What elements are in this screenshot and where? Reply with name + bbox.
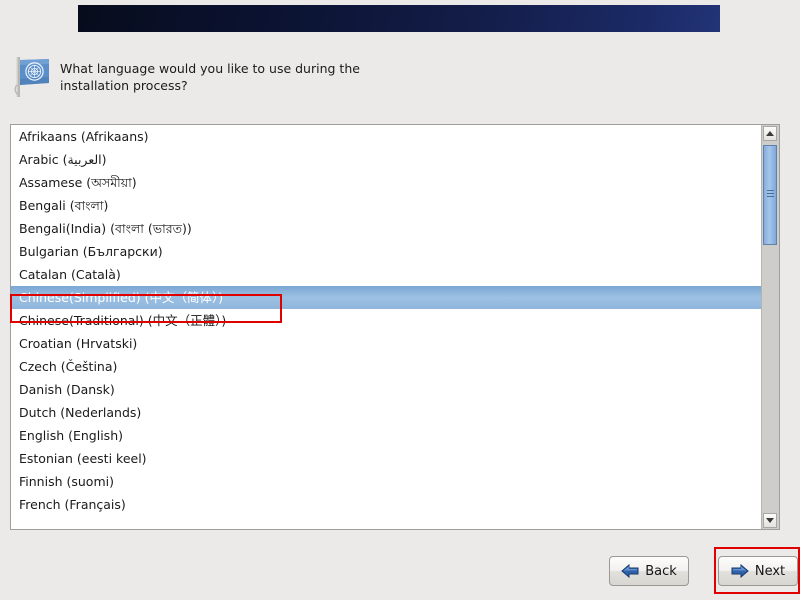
language-list-item[interactable]: Croatian (Hrvatski) bbox=[11, 332, 761, 355]
language-list-item[interactable]: Danish (Dansk) bbox=[11, 378, 761, 401]
language-list-item[interactable]: Chinese(Traditional) (中文（正體）) bbox=[11, 309, 761, 332]
language-list-item[interactable]: Bulgarian (Български) bbox=[11, 240, 761, 263]
language-list-viewport[interactable]: Afrikaans (Afrikaans) Arabic (العربية) Ass… bbox=[11, 125, 761, 529]
scrollbar-down-button[interactable] bbox=[763, 513, 777, 528]
back-button[interactable]: Back bbox=[609, 556, 689, 586]
next-button[interactable]: Next bbox=[718, 556, 798, 586]
scrollbar-grip-icon bbox=[767, 190, 774, 199]
un-flag-icon bbox=[12, 55, 52, 99]
scrollbar-thumb[interactable] bbox=[763, 145, 777, 245]
language-list-item[interactable]: French (Français) bbox=[11, 493, 761, 516]
language-list-item[interactable]: Dutch (Nederlands) bbox=[11, 401, 761, 424]
language-list-item[interactable]: Estonian (eesti keel) bbox=[11, 447, 761, 470]
language-list-item[interactable]: Bengali(India) (বাংলা (ভারত)) bbox=[11, 217, 761, 240]
language-list-item[interactable]: Chinese(Simplified) (中文（简体）) bbox=[11, 286, 761, 309]
language-list-item[interactable]: Assamese (অসমীয়া) bbox=[11, 171, 761, 194]
prompt-row: What language would you like to use duri… bbox=[12, 55, 612, 99]
arrow-left-icon bbox=[621, 564, 639, 578]
language-list-item[interactable]: Afrikaans (Afrikaans) bbox=[11, 125, 761, 148]
scrollbar-up-button[interactable] bbox=[763, 126, 777, 141]
language-list-item[interactable]: Arabic (العربية) bbox=[11, 148, 761, 171]
prompt-text: What language would you like to use duri… bbox=[60, 61, 360, 93]
chevron-down-icon bbox=[766, 518, 774, 523]
language-list-item[interactable]: Bengali (বাংলা) bbox=[11, 194, 761, 217]
language-list-item[interactable]: Catalan (Català) bbox=[11, 263, 761, 286]
language-list-item[interactable]: Czech (Čeština) bbox=[11, 355, 761, 378]
chevron-up-icon bbox=[766, 131, 774, 136]
language-list-item[interactable]: English (English) bbox=[11, 424, 761, 447]
header-banner bbox=[78, 5, 720, 32]
next-button-label: Next bbox=[754, 563, 786, 579]
language-list[interactable]: Afrikaans (Afrikaans) Arabic (العربية) Ass… bbox=[10, 124, 780, 530]
back-button-label: Back bbox=[645, 563, 677, 579]
language-list-scrollbar[interactable] bbox=[761, 125, 779, 529]
arrow-right-icon bbox=[731, 564, 749, 578]
language-list-item[interactable]: Finnish (suomi) bbox=[11, 470, 761, 493]
